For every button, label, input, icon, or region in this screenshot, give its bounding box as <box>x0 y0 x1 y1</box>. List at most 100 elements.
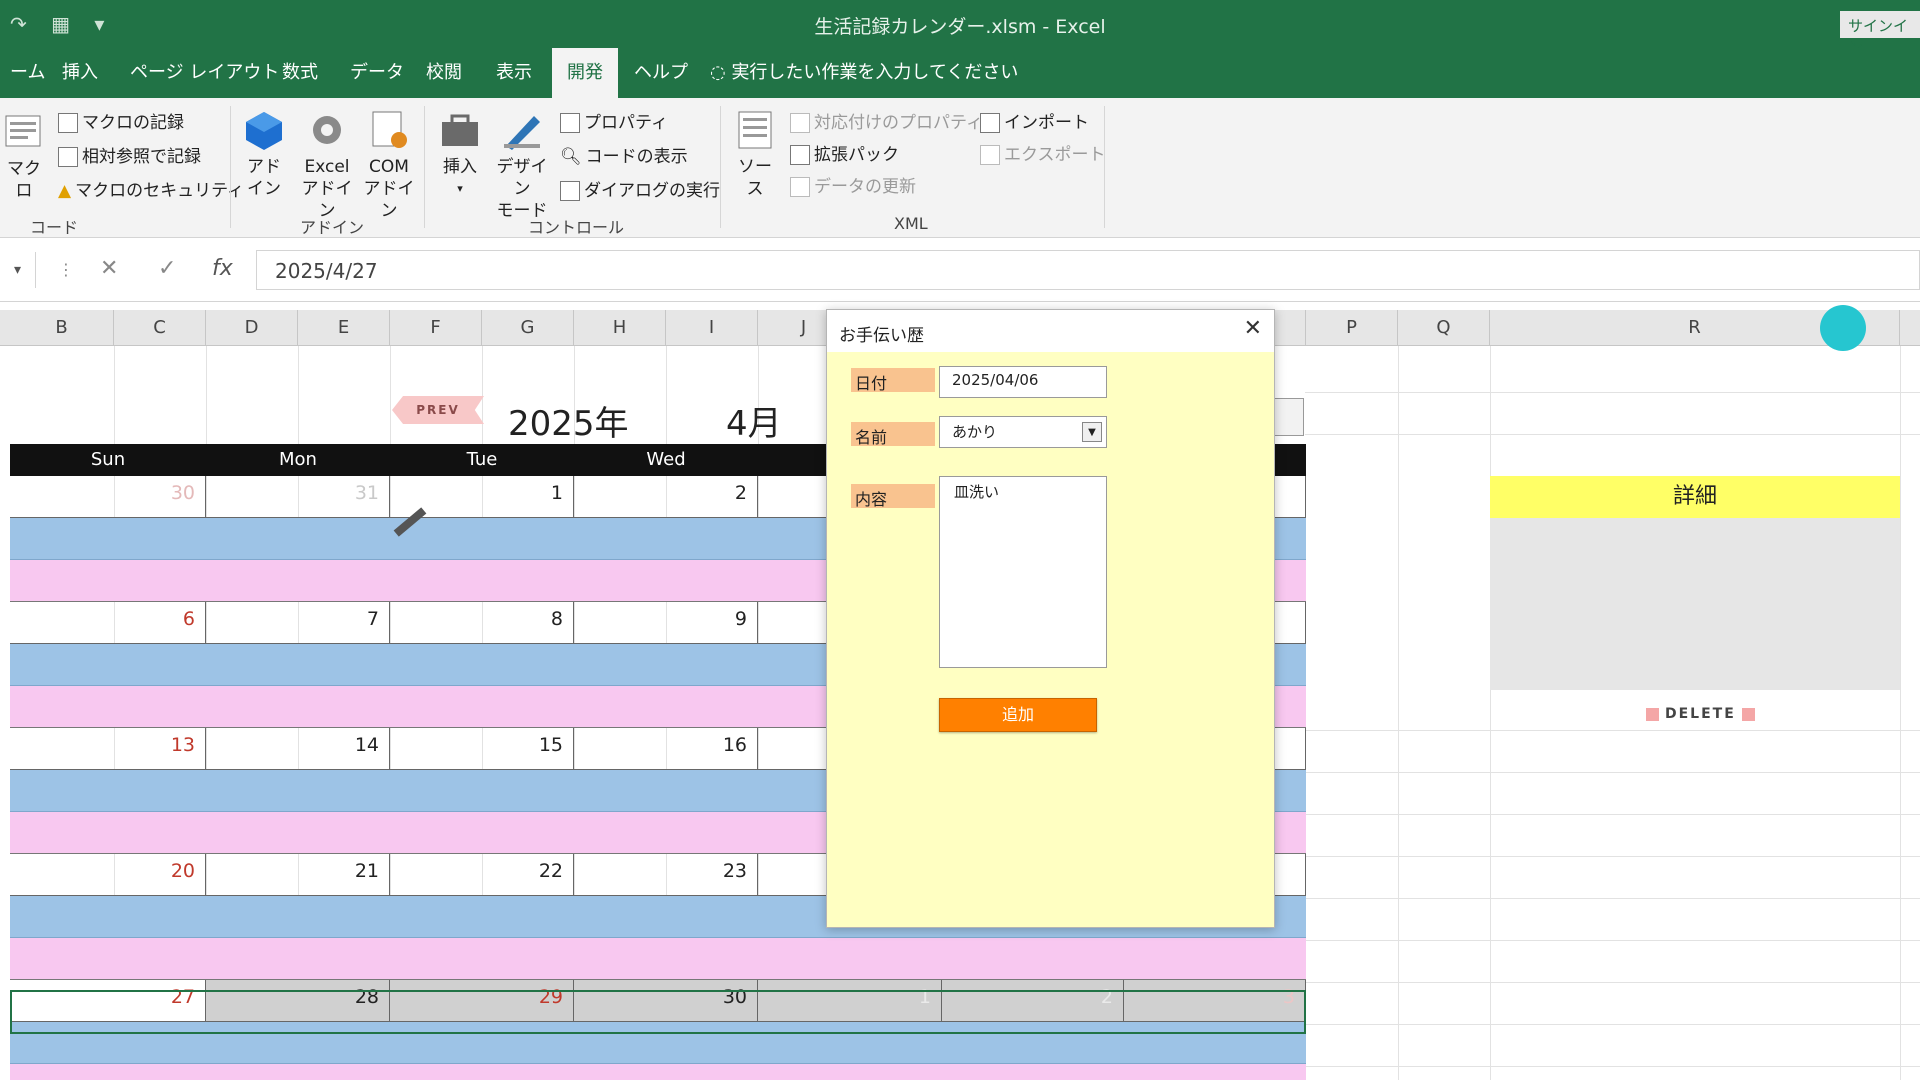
tab-review[interactable]: 校閲 <box>416 48 472 98</box>
tab-help[interactable]: ヘルプ <box>624 48 698 98</box>
calendar-day-cell[interactable]: 3 <box>1124 980 1306 1022</box>
ribbon-separator <box>1104 106 1105 228</box>
calendar-day-cell[interactable]: 1 <box>758 980 942 1022</box>
calendar-date: 14 <box>354 734 379 756</box>
grid-line <box>1305 814 1920 815</box>
column-header-c[interactable]: C <box>114 310 206 346</box>
tab-data[interactable]: データ <box>340 48 414 98</box>
tab-view[interactable]: 表示 <box>486 48 542 98</box>
add-button[interactable]: 追加 <box>939 698 1097 732</box>
xml-source-icon <box>738 111 772 149</box>
calendar-entry-band-pink[interactable] <box>10 938 1306 980</box>
column-header-f[interactable]: F <box>390 310 482 346</box>
calendar-day-cell[interactable]: 30 <box>10 476 206 518</box>
calendar-day-cell[interactable]: 13 <box>10 728 206 770</box>
addin-cube-icon <box>246 112 282 150</box>
toolbox-icon <box>442 114 478 146</box>
chevron-down-icon[interactable]: ▼ <box>1082 422 1102 442</box>
column-header-h[interactable]: H <box>574 310 666 346</box>
calendar-day-cell[interactable]: 16 <box>574 728 758 770</box>
column-header-g[interactable]: G <box>482 310 574 346</box>
detail-body[interactable] <box>1490 518 1900 690</box>
calendar-date: 22 <box>538 860 563 882</box>
calendar-day-cell[interactable]: 15 <box>390 728 574 770</box>
tab-page-layout[interactable]: ページ レイアウト <box>120 48 289 98</box>
next-month-button[interactable] <box>1270 398 1304 436</box>
formula-input[interactable]: 2025/4/27 <box>256 250 1920 290</box>
column-header-i[interactable]: I <box>666 310 758 346</box>
calendar-day-cell[interactable]: 29 <box>390 980 574 1022</box>
insert-function-icon[interactable]: fx <box>212 256 233 281</box>
calendar-entry-band-pink[interactable] <box>10 1064 1306 1080</box>
record-macro-button[interactable]: マクロの記録 <box>58 108 184 133</box>
calendar-day-cell[interactable]: 14 <box>206 728 390 770</box>
com-addins-label-line1: COM <box>369 157 409 177</box>
addins-button[interactable]: アド イン <box>240 108 288 200</box>
calendar-date: 7 <box>366 608 379 630</box>
insert-control-button[interactable]: 挿入 ▾ <box>436 108 484 200</box>
calendar-year: 2025年 <box>508 404 629 444</box>
calendar-month: 4月 <box>726 404 782 444</box>
tab-formulas[interactable]: 数式 <box>272 48 328 98</box>
delete-button[interactable]: DELETE <box>1640 706 1761 722</box>
calendar-day-cell[interactable]: 28 <box>206 980 390 1022</box>
calendar-date: 8 <box>550 608 563 630</box>
macro-button[interactable]: マクロ <box>2 110 46 202</box>
column-header-e[interactable]: E <box>298 310 390 346</box>
relative-reference-button[interactable]: 相対参照で記録 <box>58 142 201 167</box>
run-dialog-icon <box>560 181 580 201</box>
calendar-day-cell[interactable]: 20 <box>10 854 206 896</box>
xml-source-button[interactable]: ソース <box>730 108 780 200</box>
calendar-day-cell[interactable]: 27 <box>10 980 206 1022</box>
addins-label-line2: イン <box>247 179 281 199</box>
calendar-day-cell[interactable]: 30 <box>574 980 758 1022</box>
tell-me-box[interactable]: ◌ 実行したい作業を入力してください <box>710 48 1018 98</box>
import-button[interactable]: インポート <box>980 108 1089 133</box>
insert-control-label: 挿入 <box>443 157 477 177</box>
calendar-day-cell[interactable]: 2 <box>942 980 1124 1022</box>
dialog-titlebar[interactable]: お手伝い歴 ✕ <box>827 310 1274 352</box>
calendar-day-cell[interactable]: 31 <box>206 476 390 518</box>
column-header-d[interactable]: D <box>206 310 298 346</box>
expansion-pack-button[interactable]: 拡張パック <box>790 140 899 165</box>
calendar-day-cell[interactable]: 2 <box>574 476 758 518</box>
enter-icon[interactable]: ✓ <box>158 256 176 281</box>
date-field[interactable]: 2025/04/06 <box>939 366 1107 398</box>
run-dialog-button[interactable]: ダイアログの実行 <box>560 176 720 201</box>
column-header-q[interactable]: Q <box>1398 310 1490 346</box>
calendar-day-cell[interactable]: 23 <box>574 854 758 896</box>
calendar-day-cell[interactable]: 22 <box>390 854 574 896</box>
calendar-day-cell[interactable]: 8 <box>390 602 574 644</box>
calendar-date: 21 <box>354 860 379 882</box>
calendar-day-cell[interactable]: 9 <box>574 602 758 644</box>
excel-addins-button[interactable]: Excel アドイン <box>298 108 356 222</box>
refresh-data-button[interactable]: データの更新 <box>790 172 916 197</box>
tab-home[interactable]: ーム <box>0 48 55 98</box>
properties-button[interactable]: プロパティ <box>560 108 668 133</box>
export-button[interactable]: エクスポート <box>980 140 1106 165</box>
tab-insert[interactable]: 挿入 <box>52 48 108 98</box>
column-header-b[interactable]: B <box>10 310 114 346</box>
calendar-day-cell[interactable]: 6 <box>10 602 206 644</box>
calendar-date: 1 <box>550 482 563 504</box>
tab-developer[interactable]: 開発 <box>552 48 618 98</box>
close-icon[interactable]: ✕ <box>1244 316 1262 341</box>
macro-security-button[interactable]: ▲ マクロのセキュリティ <box>58 176 244 201</box>
calendar-day-cell[interactable]: 21 <box>206 854 390 896</box>
warning-icon: ▲ <box>58 181 72 201</box>
name-select[interactable]: あかり ▼ <box>939 416 1107 448</box>
expansion-pack-icon <box>790 145 810 165</box>
prev-month-button[interactable]: PREV <box>392 396 484 424</box>
design-mode-button[interactable]: デザイン モード <box>490 108 554 222</box>
content-textarea[interactable]: 皿洗い <box>939 476 1107 668</box>
map-properties-button[interactable]: 対応付けのプロパティ <box>790 108 983 133</box>
view-code-button[interactable]: 🔍︎ コードの表示 <box>560 142 688 167</box>
calendar-day-cell[interactable]: 7 <box>206 602 390 644</box>
properties-icon <box>560 113 580 133</box>
calendar-entry-band-blue[interactable] <box>10 1022 1306 1064</box>
com-addins-button[interactable]: COM アドイン <box>360 108 418 222</box>
name-box-dropdown[interactable]: ▾ <box>0 252 36 288</box>
cancel-icon[interactable]: ✕ <box>100 256 118 281</box>
signin-button[interactable]: サインイン <box>1840 11 1920 56</box>
column-header-p[interactable]: P <box>1306 310 1398 346</box>
